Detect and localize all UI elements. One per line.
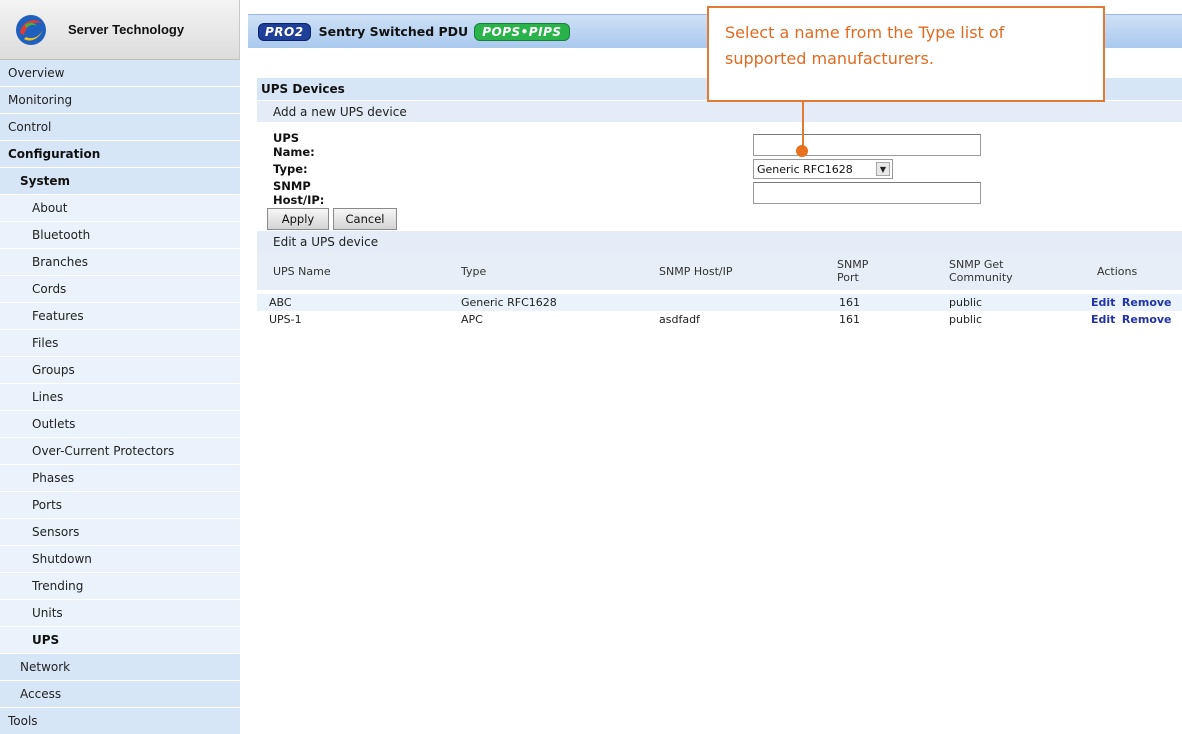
sidebar-item-trending[interactable]: Trending [0,573,240,600]
callout-pointer-dot [796,145,808,157]
sidebar-item-over-current-protectors[interactable]: Over-Current Protectors [0,438,240,465]
col-snmp-community: SNMP Get Community [949,258,1013,284]
sidebar-item-branches[interactable]: Branches [0,249,240,276]
edit-link[interactable]: Edit [1091,313,1115,326]
sidebar-item-about[interactable]: About [0,195,240,222]
snmp-host-label: SNMP Host/IP: [273,179,325,207]
col-ups-name: UPS Name [273,264,331,278]
table-header: UPS Name Type SNMP Host/IP SNMP Port SNM… [257,252,1182,290]
cell-ups-name: UPS-1 [269,313,302,326]
edit-link[interactable]: Edit [1091,296,1115,309]
callout-pointer-line [802,102,804,150]
ups-name-label: UPS Name: [273,131,315,159]
sidebar-item-ups[interactable]: UPS [0,627,240,654]
cell-snmp-host: asdfadf [659,313,700,326]
cell-snmp-port: 161 [839,313,860,326]
type-select[interactable]: Generic RFC1628 ▼ [753,159,893,179]
header-title: Sentry Switched PDU [318,24,469,39]
dropdown-arrow-icon[interactable]: ▼ [876,162,890,176]
sidebar-nav: Overview Monitoring Control Configuration Sy… [0,60,240,734]
col-type: Type [461,264,487,278]
sidebar-item-ports[interactable]: Ports [0,492,240,519]
sidebar-item-outlets[interactable]: Outlets [0,411,240,438]
sidebar-item-cords[interactable]: Cords [0,276,240,303]
sidebar-item-control[interactable]: Control [0,114,240,141]
sidebar-item-units[interactable]: Units [0,600,240,627]
sidebar-item-access[interactable]: Access [0,681,240,708]
add-ups-heading: Add a new UPS device [257,100,1182,122]
callout-box: Select a name from the Type list of supp… [707,6,1105,102]
brand-header: Server Technology [0,0,240,60]
sidebar-item-monitoring[interactable]: Monitoring [0,87,240,114]
apply-button[interactable]: Apply [267,208,329,230]
server-technology-logo-icon [14,13,48,47]
col-snmp-host: SNMP Host/IP [659,264,733,278]
sidebar-item-groups[interactable]: Groups [0,357,240,384]
pro-badge: PRO2 [258,22,311,41]
cell-type: APC [461,313,483,326]
sidebar-item-files[interactable]: Files [0,330,240,357]
cell-snmp-port: 161 [839,296,860,309]
main-content: UPS Devices Add a new UPS device UPS Nam… [257,78,1182,332]
sidebar: Server Technology Overview Monitoring Cont… [0,0,240,734]
sidebar-item-shutdown[interactable]: Shutdown [0,546,240,573]
type-select-value: Generic RFC1628 [757,162,853,176]
table-row: ABC Generic RFC1628 161 public Edit Remo… [257,294,1182,311]
cell-actions: Edit Remove [1091,294,1172,311]
cell-snmp-community: public [949,313,983,326]
sidebar-item-configuration[interactable]: Configuration [0,141,240,168]
col-snmp-port: SNMP Port [837,258,869,284]
snmp-host-input[interactable] [753,182,981,204]
cancel-button[interactable]: Cancel [333,208,397,230]
cell-type: Generic RFC1628 [461,296,557,309]
sidebar-item-network[interactable]: Network [0,654,240,681]
sidebar-item-overview[interactable]: Overview [0,60,240,87]
form-buttons: Apply Cancel [257,208,457,230]
cell-snmp-community: public [949,296,983,309]
cell-ups-name: ABC [269,296,292,309]
type-label: Type: [273,162,308,176]
remove-link[interactable]: Remove [1122,296,1172,309]
sidebar-item-phases[interactable]: Phases [0,465,240,492]
pops-pips-badge: POPS•PIPS [474,22,570,41]
ups-name-input[interactable] [753,134,981,156]
sidebar-item-lines[interactable]: Lines [0,384,240,411]
add-ups-form: UPS Name: Type: Generic RFC1628 ▼ SNMP H… [257,122,1182,230]
cell-actions: Edit Remove [1091,311,1172,328]
table-row: UPS-1 APC asdfadf 161 public Edit Remove [257,311,1182,328]
ups-table: UPS Name Type SNMP Host/IP SNMP Port SNM… [257,252,1182,332]
sidebar-item-sensors[interactable]: Sensors [0,519,240,546]
remove-link[interactable]: Remove [1122,313,1172,326]
edit-ups-heading: Edit a UPS device [257,230,1182,252]
brand-title: Server Technology [68,22,185,37]
sidebar-item-bluetooth[interactable]: Bluetooth [0,222,240,249]
sidebar-item-system[interactable]: System [0,168,240,195]
col-actions: Actions [1097,264,1138,278]
sidebar-item-features[interactable]: Features [0,303,240,330]
sidebar-item-tools[interactable]: Tools [0,708,240,734]
